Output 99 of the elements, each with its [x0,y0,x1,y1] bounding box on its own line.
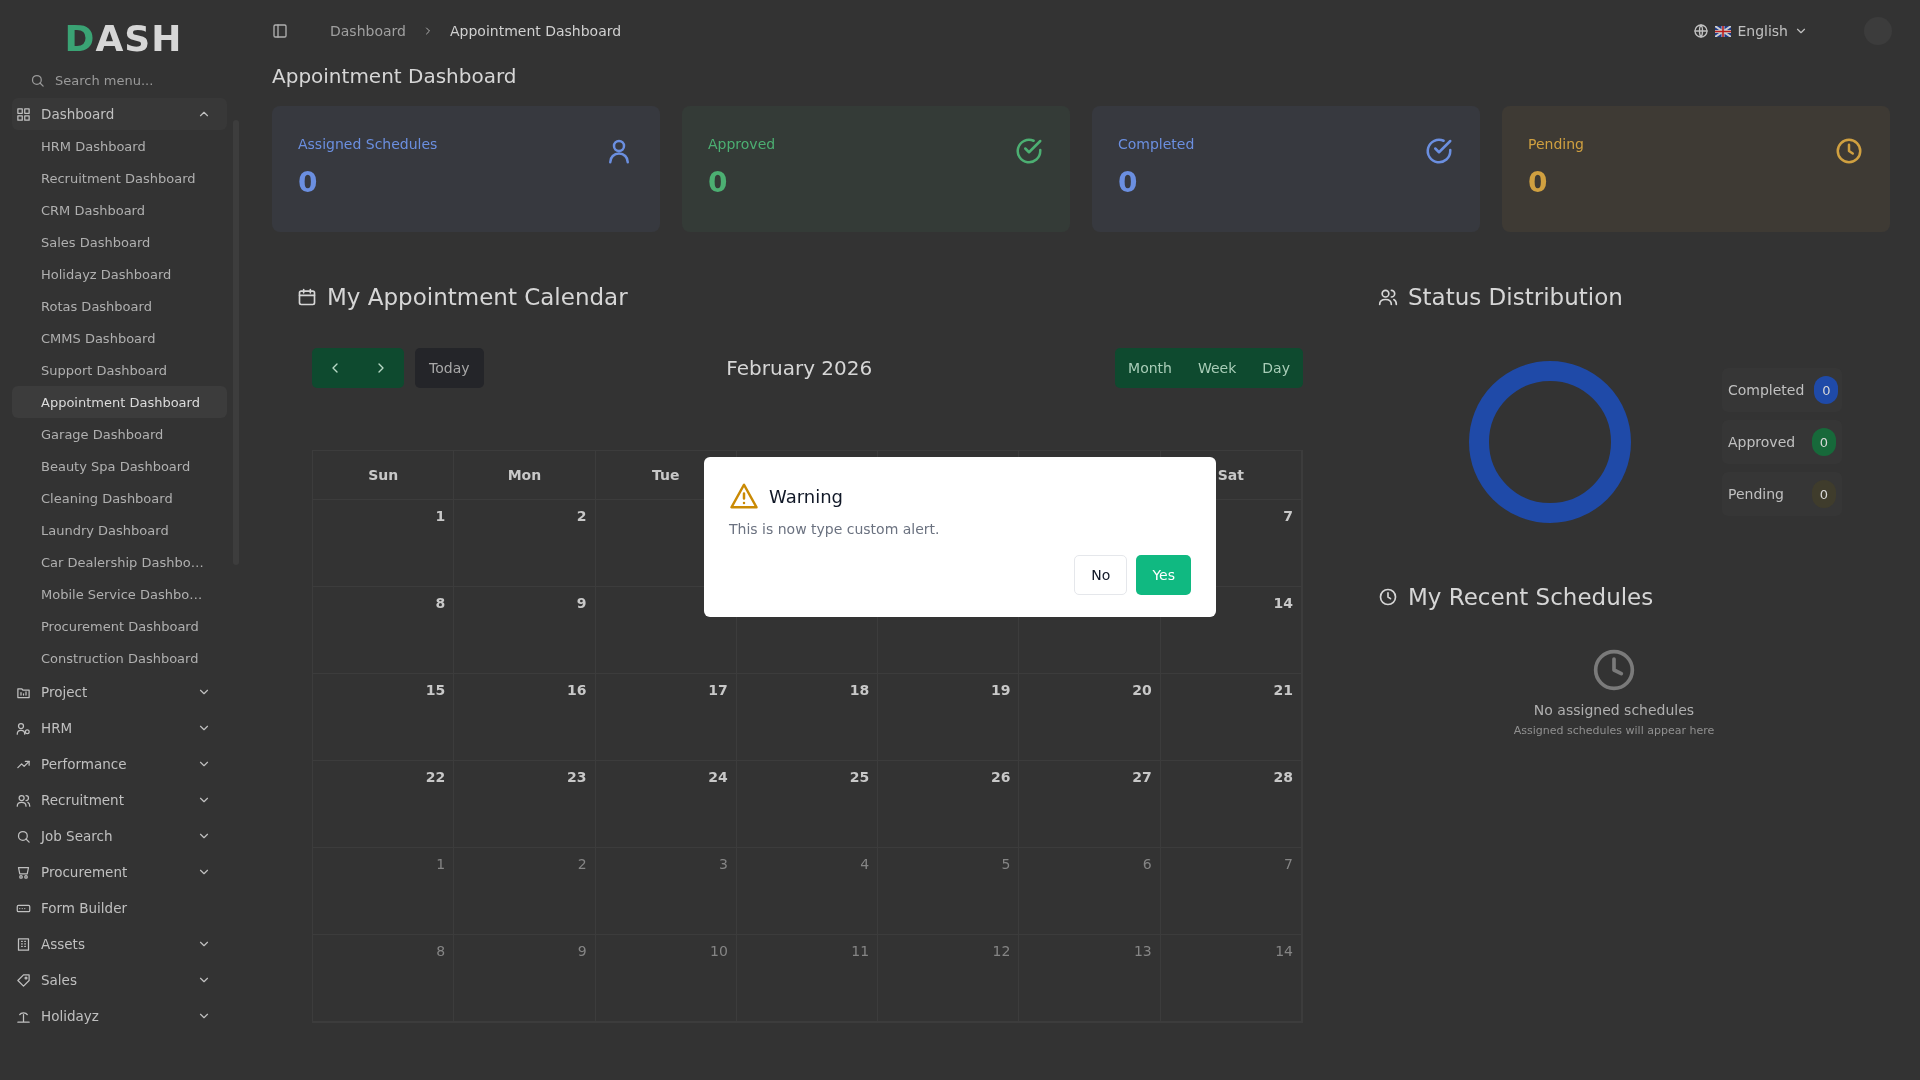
sidebar-item[interactable]: Procurement [12,854,227,890]
day-number: 26 [990,769,1011,787]
sidebar-subitem[interactable]: Construction Dashboard [12,642,227,674]
day-number: 21 [1273,682,1293,700]
day-number: 27 [1132,769,1152,787]
day-number: 2 [576,508,587,526]
month-title: February 2026 [725,356,874,380]
sidebar-subitem[interactable]: Rotas Dashboard [12,290,227,322]
sidebar-item[interactable]: Project [12,674,227,710]
day-number: 16 [567,682,587,700]
count-badge: 0 [1812,428,1836,456]
sidebar-item[interactable]: Dashboard [12,98,227,130]
sidebar-subitem[interactable]: Holidayz Dashboard [12,258,227,290]
card-value: 0 [1118,166,1139,199]
sidebar-subitem[interactable]: Car Dealership Dashbo… [12,546,227,578]
section-title: My Recent Schedules [1408,584,1654,610]
dialog-message: This is now type custom alert. [729,521,941,537]
day-number: 1 [436,856,446,874]
logo: DASH [64,18,183,59]
card-label: Assigned Schedules [298,136,438,152]
sidebar-subitem[interactable]: CRM Dashboard [12,194,227,226]
day-number: 14 [1275,943,1293,961]
sidebar-subitem[interactable]: Support Dashboard [12,354,227,386]
language-selector[interactable]: English [1737,23,1788,39]
sidebar-subitem[interactable]: Sales Dashboard [12,226,227,258]
breadcrumb-item[interactable]: Dashboard [330,23,406,39]
day-number: 7 [1284,856,1293,874]
cancel-button[interactable]: No [1074,555,1128,595]
legend-label: Pending [1728,486,1784,502]
sidebar-item[interactable]: Job Search [12,818,227,854]
day-number: 5 [1001,856,1011,874]
search-field[interactable]: Search menu... [55,73,175,88]
weekday-header: Sun [368,467,399,483]
day-number: 28 [1273,769,1293,787]
day-number: 8 [436,943,446,961]
sidebar-item[interactable]: Performance [12,746,227,782]
day-number: 8 [435,595,446,613]
sidebar-subitem[interactable]: Recruitment Dashboard [12,162,227,194]
page-title: Appointment Dashboard [272,64,518,88]
card-label: Pending [1528,136,1584,152]
sidebar-subitem[interactable]: CMMS Dashboard [12,322,227,354]
empty-title: No assigned schedules [1533,702,1695,718]
day-number: 24 [708,769,728,787]
day-number: 7 [1283,508,1293,526]
day-number: 2 [577,856,587,874]
sidebar-subitem[interactable]: Mobile Service Dashbo… [12,578,227,610]
section-title: Status Distribution [1408,284,1623,310]
sidebar-item[interactable]: Holidayz [12,998,227,1034]
day-number: 10 [710,943,728,961]
day-number: 18 [849,682,870,700]
count-badge: 0 [1814,376,1839,404]
sidebar-item[interactable]: Form Builder [12,890,227,926]
day-number: 20 [1132,682,1152,700]
legend-label: Completed [1728,382,1805,398]
sidebar-subitem[interactable]: Appointment Dashboard [12,386,227,418]
card-label: Completed [1118,136,1195,152]
day-number: 6 [1142,856,1152,874]
day-number: 3 [718,856,728,874]
legend-label: Approved [1728,434,1796,450]
sidebar-subitem[interactable]: Cleaning Dashboard [12,482,227,514]
day-number: 9 [577,943,587,961]
sidebar-subitem[interactable]: Procurement Dashboard [12,610,227,642]
sidebar-item[interactable]: Recruitment [12,782,227,818]
view-button[interactable]: Day [1249,348,1303,388]
weekday-header: Sat [1217,467,1244,483]
day-number: 1 [435,508,446,526]
card-value: 0 [1528,166,1549,199]
view-button[interactable]: Month [1115,348,1185,388]
sidebar-item[interactable]: HRM [12,710,227,746]
day-number: 14 [1273,595,1293,613]
weekday-header: Mon [507,467,542,483]
day-number: 19 [990,682,1011,700]
day-number: 13 [1133,943,1152,961]
count-badge: 0 [1812,480,1836,508]
day-number: 11 [851,943,870,961]
sidebar-item[interactable]: Assets [12,926,227,962]
breadcrumb-item: Appointment Dashboard [449,23,622,39]
empty-text: Assigned schedules will appear here [1513,724,1715,737]
sidebar-subitem[interactable]: Beauty Spa Dashboard [12,450,227,482]
day-number: 4 [860,856,870,874]
day-number: 22 [425,769,446,787]
day-number: 23 [567,769,587,787]
today-button[interactable]: Today [415,348,484,388]
view-button[interactable]: Week [1185,348,1250,388]
sidebar-item[interactable]: Sales [12,962,227,998]
sidebar-subitem[interactable]: HRM Dashboard [12,130,227,162]
sidebar-subitem[interactable]: Garage Dashboard [12,418,227,450]
day-number: 25 [849,769,870,787]
day-number: 12 [992,943,1011,961]
card-value: 0 [708,166,729,199]
dialog-title: Warning [769,485,843,507]
card-label: Approved [708,136,776,152]
day-number: 15 [425,682,446,700]
weekday-header: Tue [651,467,680,483]
card-value: 0 [298,166,319,199]
section-title: My Appointment Calendar [327,284,628,310]
day-number: 9 [576,595,587,613]
day-number: 17 [708,682,728,700]
sidebar-subitem[interactable]: Laundry Dashboard [12,514,227,546]
